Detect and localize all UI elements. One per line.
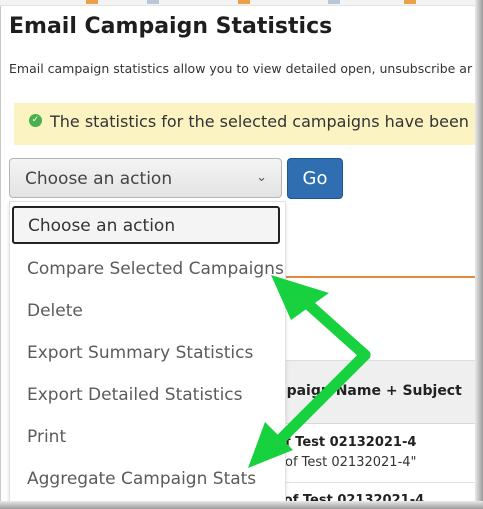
window-edge-bottom — [0, 501, 483, 509]
option-label: Export Summary Statistics — [27, 343, 254, 363]
dropdown-option-export-summary-statistics[interactable]: Export Summary Statistics — [10, 332, 285, 374]
action-select-value: Choose an action — [25, 169, 173, 189]
option-label: Print — [27, 427, 67, 447]
action-dropdown-list: Choose an action Compare Selected Campai… — [9, 201, 286, 503]
dropdown-option-compare-selected-campaigns[interactable]: Compare Selected Campaigns — [10, 248, 285, 290]
success-notice: ✓ The statistics for the selected campai… — [14, 103, 475, 145]
dropdown-option-export-detailed-statistics[interactable]: Export Detailed Statistics — [10, 374, 285, 416]
table-row-1-subject: of Test 02132021-4" — [285, 455, 417, 470]
chevron-down-icon: ⌄ — [256, 170, 267, 185]
column-header-campaign-name[interactable]: mpaign Name + Subject — [272, 383, 462, 399]
table-header: mpaign Name + Subject — [270, 360, 475, 424]
check-circle-icon: ✓ — [29, 114, 42, 127]
tab-underline — [282, 276, 475, 278]
option-label: Export Detailed Statistics — [27, 385, 243, 405]
dropdown-option-delete[interactable]: Delete — [10, 290, 285, 332]
dropdown-option-aggregate-campaign-stats[interactable]: Aggregate Campaign Stats — [10, 458, 285, 500]
row-divider — [270, 482, 475, 483]
option-label: Delete — [27, 301, 83, 321]
dropdown-option-print[interactable]: Print — [10, 416, 285, 458]
table-row-1-name[interactable]: f Test 02132021-4 — [285, 435, 416, 450]
notice-message: The statistics for the selected campaign… — [50, 112, 475, 131]
option-label: Aggregate Campaign Stats — [27, 469, 257, 489]
option-label: Compare Selected Campaigns — [27, 259, 284, 279]
page-description: Email campaign statistics allow you to v… — [9, 61, 473, 76]
window-edge-right — [475, 0, 483, 509]
action-select[interactable]: Choose an action ⌄ — [9, 158, 282, 198]
go-button[interactable]: Go — [287, 158, 343, 199]
dropdown-option-choose-an-action[interactable]: Choose an action — [12, 206, 280, 244]
browser-tab-strip — [0, 0, 475, 6]
option-label: Choose an action — [28, 216, 176, 236]
page-title: Email Campaign Statistics — [9, 14, 333, 39]
